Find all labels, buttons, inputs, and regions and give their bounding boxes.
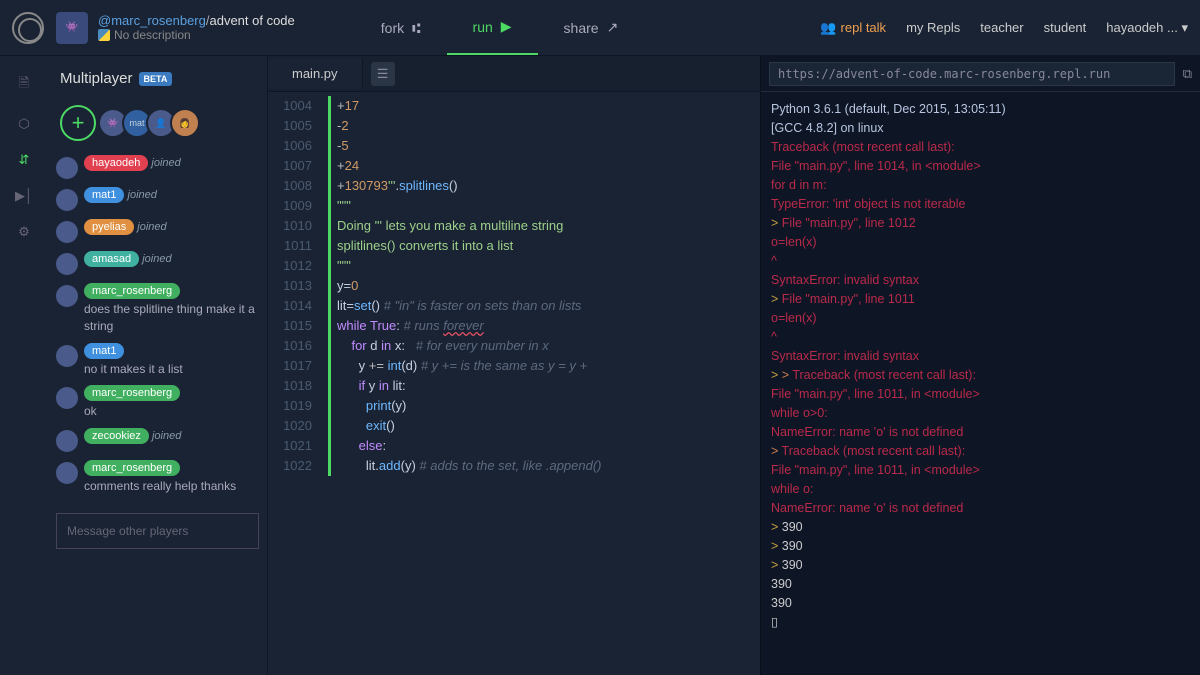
console-line: [GCC 4.8.2] on linux <box>771 119 1190 138</box>
avatar-row: + 👾 mat 👤 👩 <box>56 97 259 155</box>
chat-message: mat1 joined <box>56 187 259 211</box>
console-line: while o: <box>771 480 1190 499</box>
console-line: > File "main.py", line 1011 <box>771 290 1190 309</box>
top-actions: fork⑆ run▶ share↗ <box>355 0 645 55</box>
repl-talk-link[interactable]: 👥repl talk <box>820 20 886 36</box>
code-line[interactable]: 1019 print(y) <box>268 396 760 416</box>
console-line: Traceback (most recent call last): <box>771 138 1190 157</box>
console-line: for d in m: <box>771 176 1190 195</box>
people-icon: 👥 <box>820 20 836 36</box>
console-line: o=len(x) <box>771 309 1190 328</box>
code-line[interactable]: 1010Doing ''' lets you make a multiline … <box>268 216 760 236</box>
run-url-input[interactable] <box>769 62 1175 86</box>
console-line: > 390 <box>771 518 1190 537</box>
debug-icon[interactable]: ▶│ <box>15 188 33 204</box>
fork-icon: ⑆ <box>412 20 420 36</box>
output-pane: ⧉ Python 3.6.1 (default, Dec 2015, 13:05… <box>760 56 1200 675</box>
top-bar: 👾 @marc_rosenberg/advent of code No desc… <box>0 0 1200 56</box>
code-line[interactable]: 1005-2 <box>268 116 760 136</box>
console-line: File "main.py", line 1014, in <module> <box>771 157 1190 176</box>
tool-column: 🗎 ⬡ ⇵ ▶│ ⚙ <box>0 56 48 675</box>
run-button[interactable]: run▶ <box>447 0 538 55</box>
console-line: Python 3.6.1 (default, Dec 2015, 13:05:1… <box>771 100 1190 119</box>
console-output[interactable]: Python 3.6.1 (default, Dec 2015, 13:05:1… <box>761 92 1200 640</box>
editor-tabs: main.py ☰ <box>268 56 760 92</box>
code-line[interactable]: 1017 y += int(d) # y += is the same as y… <box>268 356 760 376</box>
project-title[interactable]: @marc_rosenberg/advent of code No descri… <box>98 13 295 42</box>
code-line[interactable]: 1015while True: # runs forever <box>268 316 760 336</box>
chat-message: mat1no it makes it a list <box>56 343 259 378</box>
editor-pane: main.py ☰ 1004+171005-21006-51007+241008… <box>268 56 760 675</box>
my-repls-link[interactable]: my Repls <box>906 20 960 35</box>
console-line: > 390 <box>771 537 1190 556</box>
code-line[interactable]: 1022 lit.add(y) # adds to the set, like … <box>268 456 760 476</box>
code-line[interactable]: 1009""" <box>268 196 760 216</box>
teacher-link[interactable]: teacher <box>980 20 1023 35</box>
console-line: File "main.py", line 1011, in <module> <box>771 461 1190 480</box>
python-icon <box>98 29 110 41</box>
chat-message: marc_rosenbergcomments really help thank… <box>56 460 259 495</box>
chat-message: amasad joined <box>56 251 259 275</box>
chat-log: hayaodeh joined mat1 joined pyelias joined… <box>56 155 259 503</box>
code-line[interactable]: 1011splitlines() converts it into a list <box>268 236 760 256</box>
code-line[interactable]: 1014lit=set() # "in" is faster on sets t… <box>268 296 760 316</box>
console-line: NameError: name 'o' is not defined <box>771 499 1190 518</box>
popout-icon[interactable]: ⧉ <box>1183 66 1192 82</box>
account-dropdown[interactable]: hayaodeh ... ▾ <box>1106 20 1188 36</box>
code-area[interactable]: 1004+171005-21006-51007+241008+130793'''… <box>268 92 760 480</box>
package-icon[interactable]: ⬡ <box>18 116 29 132</box>
console-line: SyntaxError: invalid syntax <box>771 347 1190 366</box>
share-button[interactable]: share↗ <box>538 0 645 55</box>
replit-logo[interactable] <box>12 12 44 44</box>
console-line: 390 <box>771 594 1190 613</box>
console-line: > > Traceback (most recent call last): <box>771 366 1190 385</box>
console-line: 390 <box>771 575 1190 594</box>
beta-badge: BETA <box>139 72 173 86</box>
code-line[interactable]: 1020 exit() <box>268 416 760 436</box>
multiplayer-sidebar: Multiplayer BETA + 👾 mat 👤 👩 hayaodeh jo… <box>48 56 268 675</box>
chevron-down-icon: ▾ <box>1181 20 1188 35</box>
chat-message: hayaodeh joined <box>56 155 259 179</box>
share-icon: ↗ <box>607 19 619 36</box>
nav-right: 👥repl talk my Repls teacher student haya… <box>820 20 1188 36</box>
code-line[interactable]: 1006-5 <box>268 136 760 156</box>
multiplayer-icon[interactable]: ⇵ <box>19 152 30 168</box>
code-line[interactable]: 1021 else: <box>268 436 760 456</box>
console-line: while o>0: <box>771 404 1190 423</box>
console-line: ^ <box>771 252 1190 271</box>
tab-menu-icon[interactable]: ☰ <box>371 62 395 86</box>
code-line[interactable]: 1013y=0 <box>268 276 760 296</box>
file-icon[interactable]: 🗎 <box>19 74 29 96</box>
code-line[interactable]: 1018 if y in lit: <box>268 376 760 396</box>
message-input[interactable]: Message other players <box>56 513 259 549</box>
fork-button[interactable]: fork⑆ <box>355 0 447 55</box>
chat-message: zecookiez joined <box>56 428 259 452</box>
player-avatar[interactable]: 👩 <box>170 108 200 138</box>
code-line[interactable]: 1004+17 <box>268 96 760 116</box>
console-line: > 390 <box>771 556 1190 575</box>
code-line[interactable]: 1007+24 <box>268 156 760 176</box>
settings-icon[interactable]: ⚙ <box>18 224 30 240</box>
sidebar-title: Multiplayer <box>60 70 133 87</box>
project-avatar[interactable]: 👾 <box>56 12 88 44</box>
file-tab[interactable]: main.py <box>268 58 363 89</box>
console-line: > Traceback (most recent call last): <box>771 442 1190 461</box>
console-line: o=len(x) <box>771 233 1190 252</box>
console-line: > File "main.py", line 1012 <box>771 214 1190 233</box>
chat-message: marc_rosenbergok <box>56 385 259 420</box>
console-line: SyntaxError: invalid syntax <box>771 271 1190 290</box>
add-player-button[interactable]: + <box>60 105 96 141</box>
student-link[interactable]: student <box>1044 20 1087 35</box>
code-line[interactable]: 1016 for d in x: # for every number in x <box>268 336 760 356</box>
console-line: NameError: name 'o' is not defined <box>771 423 1190 442</box>
code-line[interactable]: 1012""" <box>268 256 760 276</box>
play-icon: ▶ <box>501 18 512 35</box>
console-line: ▯ <box>771 613 1190 632</box>
chat-message: marc_rosenbergdoes the splitline thing m… <box>56 283 259 335</box>
console-line: TypeError: 'int' object is not iterable <box>771 195 1190 214</box>
console-line: File "main.py", line 1011, in <module> <box>771 385 1190 404</box>
console-line: ^ <box>771 328 1190 347</box>
code-line[interactable]: 1008+130793'''.splitlines() <box>268 176 760 196</box>
chat-message: pyelias joined <box>56 219 259 243</box>
